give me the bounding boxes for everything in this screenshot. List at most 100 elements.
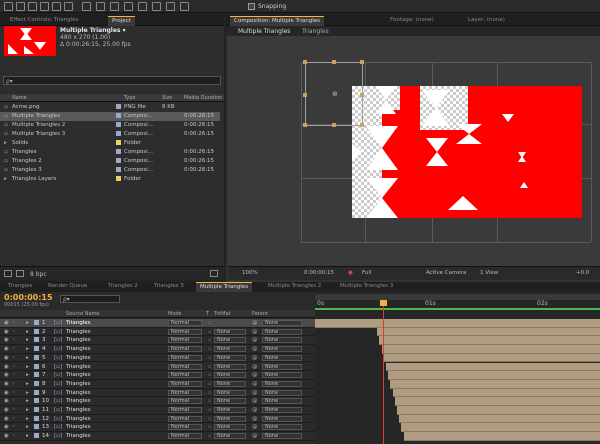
trkmat-dropdown[interactable]: None bbox=[214, 328, 246, 335]
tab-timeline-multiple-triangles-2[interactable]: Multiple Triangles 2 bbox=[264, 282, 325, 292]
timeline-graph[interactable]: 0s 01s 02s bbox=[315, 292, 600, 444]
pickwhip-icon[interactable]: @ bbox=[252, 355, 258, 361]
label-color-swatch[interactable] bbox=[34, 363, 39, 369]
layer-duration-bar[interactable] bbox=[377, 327, 600, 337]
layer-name[interactable]: Triangles bbox=[66, 337, 90, 343]
zoom-dropdown[interactable]: 100% bbox=[242, 270, 258, 276]
preserve-transparency-checkbox[interactable]: ▫ bbox=[208, 355, 211, 361]
layer-row[interactable]: ◉ ◦ ▸ 2 [▫] Triangles Normal ▫ None @ None bbox=[0, 328, 315, 337]
mode-dropdown[interactable]: Normal bbox=[168, 433, 202, 440]
parent-dropdown[interactable]: None bbox=[262, 354, 302, 361]
eye-icon[interactable]: ◉ bbox=[4, 346, 9, 352]
preserve-transparency-checkbox[interactable]: ▫ bbox=[208, 364, 211, 370]
layer-duration-bar[interactable] bbox=[392, 388, 600, 398]
parent-dropdown[interactable]: None bbox=[262, 424, 302, 431]
layer-name[interactable]: Triangles bbox=[66, 390, 90, 396]
preserve-transparency-checkbox[interactable]: ▫ bbox=[208, 424, 211, 430]
preserve-transparency-checkbox[interactable]: ▫ bbox=[208, 398, 211, 404]
audio-icon[interactable]: ◦ bbox=[12, 320, 15, 326]
label-color-swatch[interactable] bbox=[34, 337, 39, 343]
preserve-transparency-checkbox[interactable]: ▫ bbox=[208, 329, 211, 335]
roto-brush-tool-icon[interactable] bbox=[166, 2, 175, 11]
layer-name[interactable]: Triangles bbox=[66, 372, 90, 378]
col-duration[interactable]: Media Duration bbox=[184, 95, 222, 101]
eye-icon[interactable]: ◉ bbox=[4, 337, 9, 343]
trkmat-dropdown[interactable]: None bbox=[214, 372, 246, 379]
viewer-timecode[interactable]: 0:00:00:15 bbox=[304, 270, 334, 276]
mode-dropdown[interactable]: Normal bbox=[168, 380, 202, 387]
parent-dropdown[interactable]: None bbox=[262, 372, 302, 379]
layer-row[interactable]: ◉ ◦ ▸ 6 [▫] Triangles Normal ▫ None @ None bbox=[0, 363, 315, 372]
camera-tool-icon[interactable] bbox=[52, 2, 61, 11]
type-tool-icon[interactable] bbox=[110, 2, 119, 11]
new-folder-icon[interactable] bbox=[16, 270, 24, 277]
pickwhip-icon[interactable]: @ bbox=[252, 398, 258, 404]
tab-timeline-multiple-triangles[interactable]: Multiple Triangles bbox=[196, 282, 253, 292]
label-color-swatch[interactable] bbox=[34, 424, 39, 430]
label-color-swatch[interactable] bbox=[34, 433, 39, 439]
preserve-transparency-checkbox[interactable]: ▫ bbox=[208, 346, 211, 352]
expand-icon[interactable]: ▸ bbox=[26, 355, 29, 361]
interpret-footage-icon[interactable] bbox=[4, 270, 12, 277]
eye-icon[interactable]: ◉ bbox=[4, 329, 9, 335]
audio-icon[interactable]: ◦ bbox=[12, 407, 15, 413]
expand-icon[interactable]: ▸ bbox=[26, 390, 29, 396]
audio-icon[interactable]: ◦ bbox=[12, 355, 15, 361]
eye-icon[interactable]: ◉ bbox=[4, 320, 9, 326]
playhead[interactable] bbox=[383, 300, 384, 444]
views-dropdown[interactable]: 1 View bbox=[480, 270, 498, 276]
pickwhip-icon[interactable]: @ bbox=[252, 424, 258, 430]
col-source-name[interactable]: Source Name bbox=[66, 311, 100, 317]
layer-duration-bar[interactable] bbox=[383, 353, 600, 363]
expand-icon[interactable]: ▸ bbox=[26, 320, 29, 326]
audio-icon[interactable]: ◦ bbox=[12, 372, 15, 378]
pickwhip-icon[interactable]: @ bbox=[252, 381, 258, 387]
trkmat-dropdown[interactable]: None bbox=[214, 415, 246, 422]
layer-duration-bar[interactable] bbox=[401, 423, 600, 433]
tab-timeline-triangles[interactable]: Triangles bbox=[4, 282, 36, 292]
mode-dropdown[interactable]: Normal bbox=[168, 372, 202, 379]
preserve-transparency-checkbox[interactable]: ▫ bbox=[208, 433, 211, 439]
eye-icon[interactable]: ◉ bbox=[4, 407, 9, 413]
tab-composition[interactable]: Composition: Multiple Triangles bbox=[230, 16, 325, 26]
layer-duration-bar[interactable] bbox=[397, 406, 600, 415]
project-item[interactable]: ▫ Multiple Triangles 3 Composi... 0:00:26:1… bbox=[0, 130, 220, 139]
tab-footage[interactable]: Footage: (none) bbox=[386, 16, 438, 26]
trkmat-dropdown[interactable]: None bbox=[214, 389, 246, 396]
current-time[interactable]: 0:00:00:15 bbox=[4, 293, 53, 302]
layer-duration-bar[interactable] bbox=[381, 345, 600, 354]
playhead-handle-icon[interactable] bbox=[380, 300, 387, 306]
mode-dropdown[interactable]: Normal bbox=[168, 337, 202, 344]
layer-name[interactable]: Triangles bbox=[66, 364, 90, 370]
layer-row[interactable]: ◉ ◦ ▸ 4 [▫] Triangles Normal ▫ None @ None bbox=[0, 345, 315, 354]
label-color-swatch[interactable] bbox=[34, 407, 39, 412]
tab-layer[interactable]: Layer: (none) bbox=[464, 16, 509, 26]
mode-dropdown[interactable]: Normal bbox=[168, 354, 202, 361]
eye-icon[interactable]: ◉ bbox=[4, 355, 9, 361]
parent-dropdown[interactable]: None bbox=[262, 363, 302, 370]
preserve-transparency-checkbox[interactable]: ▫ bbox=[208, 381, 211, 387]
snapping-checkbox[interactable] bbox=[248, 3, 255, 10]
preserve-transparency-checkbox[interactable]: ▫ bbox=[208, 416, 211, 422]
layer-name[interactable]: Triangles bbox=[66, 407, 90, 413]
mode-dropdown[interactable]: Normal bbox=[168, 328, 202, 335]
mode-dropdown[interactable]: Normal bbox=[168, 389, 202, 396]
layer-row[interactable]: ◉ ◦ ▸ 8 [▫] Triangles Normal ▫ None @ None bbox=[0, 380, 315, 389]
eye-icon[interactable]: ◉ bbox=[4, 390, 9, 396]
project-item[interactable]: ▫ Triangles 3 Composi... 0:00:26:15 bbox=[0, 166, 220, 175]
expand-icon[interactable]: ▸ bbox=[26, 381, 29, 387]
expand-icon[interactable]: ▸ bbox=[26, 364, 29, 370]
project-item[interactable]: ▫ Triangles 2 Composi... 0:00:26:15 bbox=[0, 157, 220, 166]
layer-row[interactable]: ◉ ◦ ▸ 12 [▫] Triangles Normal ▫ None @ None bbox=[0, 415, 315, 424]
label-color-swatch[interactable] bbox=[116, 167, 121, 172]
mode-dropdown[interactable]: Normal bbox=[168, 415, 202, 422]
layer-duration-bar[interactable] bbox=[315, 319, 600, 328]
tab-timeline-multiple-triangles-3[interactable]: Multiple Triangles 3 bbox=[336, 282, 397, 292]
label-color-swatch[interactable] bbox=[116, 158, 121, 163]
audio-icon[interactable]: ◦ bbox=[12, 381, 15, 387]
layer-name[interactable]: Triangles bbox=[66, 433, 90, 439]
col-parent[interactable]: Parent bbox=[252, 311, 268, 317]
parent-dropdown[interactable]: None bbox=[262, 407, 302, 413]
layer-row[interactable]: ◉ ◦ ▸ 3 [▫] Triangles Normal ▫ None @ None bbox=[0, 336, 315, 346]
label-color-swatch[interactable] bbox=[34, 346, 39, 352]
